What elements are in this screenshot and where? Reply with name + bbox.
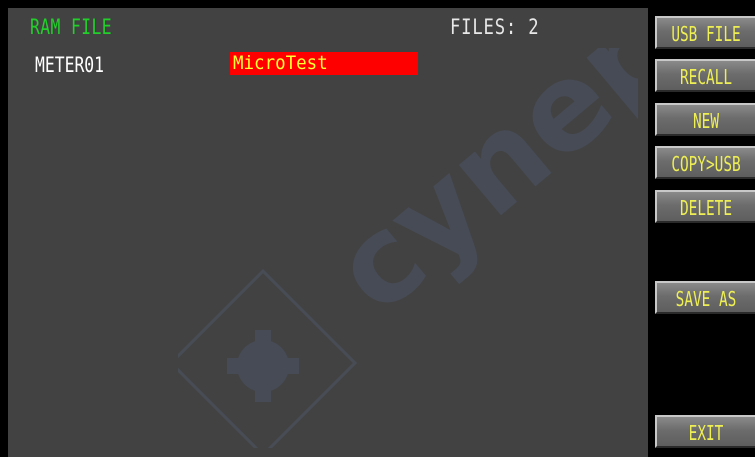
usb-file-label: USB FILE xyxy=(671,22,741,46)
file-header: RAM FILE FILES: 2 xyxy=(8,8,648,48)
recall-button[interactable]: RECALL xyxy=(655,59,755,92)
delete-label: DELETE xyxy=(679,196,733,220)
file-description-text: MicroTest xyxy=(233,52,328,74)
files-count: FILES: 2 xyxy=(450,15,540,39)
file-row[interactable]: METER01 MicroTest xyxy=(8,52,648,78)
file-list-pane: RAM FILE FILES: 2 METER01 MicroTest cyne… xyxy=(8,8,648,457)
watermark-text: cynepom xyxy=(308,48,638,340)
new-label: NEW xyxy=(692,109,720,133)
usb-file-button[interactable]: USB FILE xyxy=(655,16,755,49)
save-as-label: SAVE AS xyxy=(675,287,737,311)
copy-to-usb-button[interactable]: COPY>USB xyxy=(655,146,755,179)
file-description-selected[interactable]: MicroTest xyxy=(230,52,418,75)
save-as-button[interactable]: SAVE AS xyxy=(655,281,755,314)
copy-to-usb-label: COPY>USB xyxy=(671,152,741,176)
exit-label: EXIT xyxy=(688,421,724,445)
recall-label: RECALL xyxy=(679,65,733,89)
new-button[interactable]: NEW xyxy=(655,103,755,136)
file-name: METER01 xyxy=(35,53,105,77)
exit-button[interactable]: EXIT xyxy=(655,415,755,448)
softkey-panel: USB FILE RECALL NEW COPY>USB DELETE SAVE… xyxy=(648,8,755,457)
delete-button[interactable]: DELETE xyxy=(655,190,755,223)
watermark-logo: cynepom xyxy=(178,48,638,448)
instrument-screen: RAM FILE FILES: 2 METER01 MicroTest cyne… xyxy=(0,0,755,457)
page-title: RAM FILE xyxy=(30,15,113,39)
